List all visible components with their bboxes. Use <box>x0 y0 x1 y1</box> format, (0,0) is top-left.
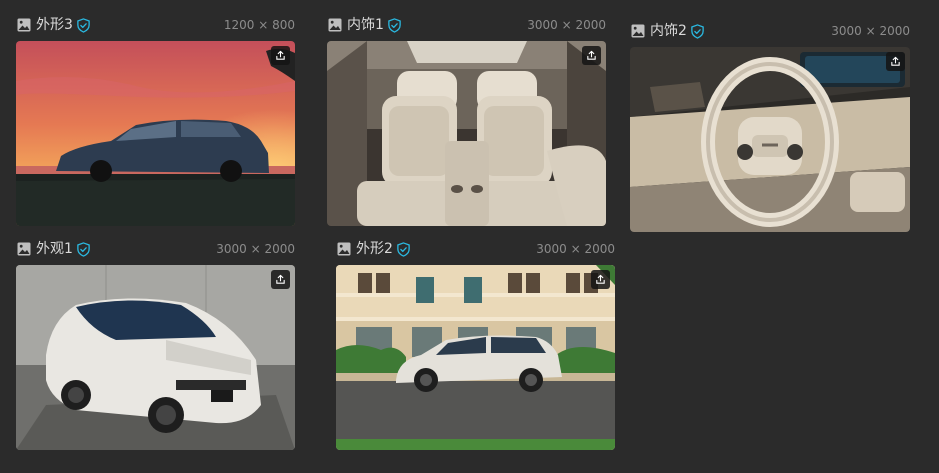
gallery-card: 外观1 3000 × 2000 <box>16 239 295 450</box>
gallery-card: 内饰2 3000 × 2000 <box>630 21 910 232</box>
sunset-car-photo[interactable] <box>16 41 295 226</box>
gallery-card: 外形2 3000 × 2000 <box>336 239 615 450</box>
upload-icon <box>587 50 596 60</box>
image-icon <box>17 18 31 32</box>
image-title: 外形3 <box>36 17 73 33</box>
image-title: 内饰2 <box>650 23 687 39</box>
steering-wheel-photo[interactable] <box>630 47 910 232</box>
card-header: 外形2 3000 × 2000 <box>336 239 615 259</box>
card-header: 内饰1 3000 × 2000 <box>327 15 606 35</box>
image-icon <box>328 18 342 32</box>
image-dimensions: 3000 × 2000 <box>216 242 295 256</box>
gallery-card: 内饰1 3000 × 2000 <box>327 15 606 226</box>
card-header: 外形3 1200 × 800 <box>16 15 295 35</box>
card-header: 外观1 3000 × 2000 <box>16 239 295 259</box>
verified-shield-icon <box>77 241 90 257</box>
upload-button[interactable] <box>591 270 610 289</box>
image-dimensions: 3000 × 2000 <box>536 242 615 256</box>
image-dimensions: 1200 × 800 <box>223 18 295 32</box>
verified-shield-icon <box>388 17 401 33</box>
image-gallery: 外形3 1200 × 800 内饰1 3000 × 2000 内饰2 3000 … <box>0 0 939 473</box>
white-mpv-photo[interactable] <box>16 265 295 450</box>
upload-button[interactable] <box>271 270 290 289</box>
mpv-street-photo[interactable] <box>336 265 615 450</box>
upload-button[interactable] <box>582 46 601 65</box>
image-icon <box>17 242 31 256</box>
verified-shield-icon <box>77 17 90 33</box>
car-interior-seats-photo[interactable] <box>327 41 606 226</box>
image-icon <box>337 242 351 256</box>
upload-button[interactable] <box>886 52 905 71</box>
upload-icon <box>276 274 285 284</box>
upload-button[interactable] <box>271 46 290 65</box>
image-dimensions: 3000 × 2000 <box>831 24 910 38</box>
upload-icon <box>276 50 285 60</box>
verified-shield-icon <box>397 241 410 257</box>
image-dimensions: 3000 × 2000 <box>527 18 606 32</box>
image-icon <box>631 24 645 38</box>
upload-icon <box>596 274 605 284</box>
gallery-card: 外形3 1200 × 800 <box>16 15 295 226</box>
card-header: 内饰2 3000 × 2000 <box>630 21 910 41</box>
upload-icon <box>891 56 900 66</box>
image-title: 外观1 <box>36 241 73 257</box>
verified-shield-icon <box>691 23 704 39</box>
image-title: 内饰1 <box>347 17 384 33</box>
image-title: 外形2 <box>356 241 393 257</box>
